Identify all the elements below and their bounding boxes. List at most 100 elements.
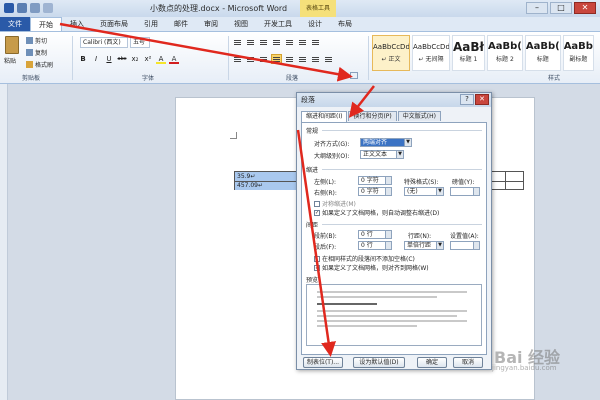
style-no-spacing[interactable]: AaBbCcDd ↵ 无间隔 (412, 35, 450, 71)
tab-references[interactable]: 引用 (136, 17, 166, 31)
minimize-button[interactable]: – (526, 2, 548, 14)
save-icon[interactable] (17, 3, 27, 13)
style-name: 标题 1 (459, 56, 478, 63)
mirror-indent-checkbox[interactable]: 对称缩进(M) (314, 199, 356, 208)
close-button[interactable]: ✕ (574, 2, 596, 14)
line-spacing-label: 行距(N): (408, 233, 432, 240)
tab-insert[interactable]: 插入 (62, 17, 92, 31)
align-right-button[interactable] (258, 54, 269, 64)
underline-button[interactable]: U (104, 54, 114, 64)
maximize-button[interactable]: □ (550, 2, 572, 14)
align-center-button[interactable] (245, 54, 256, 64)
indent-right-input[interactable]: 0 字符 (358, 187, 392, 196)
style-subtitle[interactable]: AaBb 副标题 (562, 35, 594, 71)
auto-adjust-checkbox[interactable]: ✓ 如果定义了文档网格，则自动调整右缩进(D) (314, 208, 439, 217)
tab-line-page-breaks[interactable]: 换行和分页(P) (348, 111, 397, 121)
space-after-label: 段后(F): (314, 244, 337, 251)
tab-home[interactable]: 开始 (30, 17, 62, 31)
copy-button[interactable]: 复制 (26, 48, 47, 57)
word-icon[interactable] (4, 3, 14, 13)
tab-layout[interactable]: 布局 (330, 17, 360, 31)
undo-icon[interactable] (30, 3, 40, 13)
space-after-input[interactable]: 0 行 (358, 241, 392, 250)
bold-button[interactable]: B (78, 54, 88, 64)
superscript-button[interactable]: x² (143, 54, 153, 64)
italic-button[interactable]: I (91, 54, 101, 64)
style-heading-1[interactable]: AaBł 标题 1 (452, 35, 485, 71)
font-size-select[interactable]: 五号 (130, 37, 150, 48)
spinner-icon[interactable] (385, 242, 391, 249)
borders-button[interactable] (323, 54, 334, 64)
dialog-close-button[interactable]: ✕ (475, 94, 489, 105)
chevron-down-icon[interactable]: ▼ (396, 151, 403, 158)
subscript-button[interactable]: x₂ (130, 54, 140, 64)
ok-button[interactable]: 确定 (417, 357, 447, 368)
spinner-icon[interactable] (473, 242, 479, 249)
tab-view[interactable]: 视图 (226, 17, 256, 31)
spinner-icon[interactable] (473, 188, 479, 195)
cut-label: 剪切 (35, 38, 48, 45)
increase-indent-button[interactable] (284, 37, 295, 47)
measure-input[interactable] (450, 187, 480, 196)
dialog-help-button[interactable]: ? (460, 94, 474, 105)
bullets-button[interactable] (232, 37, 243, 47)
redo-icon[interactable] (43, 3, 53, 13)
chevron-down-icon[interactable]: ▼ (404, 139, 411, 146)
paste-label[interactable]: 粘贴 (4, 56, 16, 65)
section-divider (322, 169, 482, 170)
shading-button[interactable] (310, 54, 321, 64)
outline-level-select[interactable]: 正文文本 ▼ (360, 150, 404, 159)
line-spacing-select[interactable]: 单倍行距 ▼ (404, 241, 444, 250)
special-indent-label: 特殊格式(S): (404, 179, 439, 186)
spinner-icon[interactable] (385, 177, 391, 184)
tab-file[interactable]: 文件 (0, 17, 30, 31)
show-marks-button[interactable] (310, 37, 321, 47)
tab-developer[interactable]: 开发工具 (256, 17, 300, 31)
style-heading-2[interactable]: AaBb( 标题 2 (486, 35, 523, 71)
align-left-button[interactable] (232, 54, 243, 64)
space-before-input[interactable]: 0 行 (358, 230, 392, 239)
alignment-select[interactable]: 两端对齐 ▼ (360, 138, 412, 147)
style-title[interactable]: AaBb( 标题 (524, 35, 561, 71)
tab-page-layout[interactable]: 页面布局 (92, 17, 136, 31)
chevron-down-icon[interactable]: ▼ (436, 188, 443, 195)
sort-button[interactable] (297, 37, 308, 47)
snap-grid-checkbox[interactable]: ✓ 如果定义了文档网格，则对齐到网格(W) (314, 263, 429, 272)
tab-mailings[interactable]: 邮件 (166, 17, 196, 31)
distributed-button[interactable] (284, 54, 295, 64)
multilevel-list-button[interactable] (258, 37, 269, 47)
alignment-value: 两端对齐 (363, 139, 388, 146)
line-spacing-button[interactable] (297, 54, 308, 64)
special-indent-select[interactable]: (无) ▼ (404, 187, 444, 196)
numbering-button[interactable] (245, 37, 256, 47)
at-input[interactable] (450, 241, 480, 250)
style-normal[interactable]: AaBbCcDd ↵ 正文 (372, 35, 410, 71)
dialog-title-bar: 段落 ? ✕ (297, 93, 491, 107)
cancel-button[interactable]: 取消 (453, 357, 483, 368)
decrease-indent-button[interactable] (271, 37, 282, 47)
quick-access-toolbar (4, 3, 53, 13)
chevron-down-icon[interactable]: ▼ (436, 242, 443, 249)
tab-indent-spacing[interactable]: 缩进和间距(I) (301, 111, 348, 122)
strikethrough-button[interactable]: abc (117, 54, 127, 64)
spinner-icon[interactable] (385, 188, 391, 195)
tab-review[interactable]: 审阅 (196, 17, 226, 31)
justify-button[interactable] (271, 54, 282, 64)
font-color-button[interactable]: A (169, 54, 179, 64)
section-preview-title: 预览 (306, 277, 319, 284)
table-cell[interactable]: 457.09↵ (235, 181, 299, 190)
indent-left-input[interactable]: 0 字符 (358, 176, 392, 185)
tab-asian-typography[interactable]: 中文版式(H) (397, 111, 441, 121)
tabs-button[interactable]: 制表位(T)... (303, 357, 343, 368)
no-space-checkbox[interactable]: 在相同样式的段落间不添加空格(C) (314, 254, 415, 263)
cut-button[interactable]: 剪切 (26, 36, 47, 45)
spinner-icon[interactable] (385, 231, 391, 238)
font-name-select[interactable]: Calibri (西文) (80, 37, 128, 48)
format-painter-button[interactable]: 格式刷 (26, 60, 53, 69)
paragraph-dialog-launcher-icon[interactable] (350, 72, 358, 79)
highlight-button[interactable]: A (156, 54, 166, 64)
paste-icon[interactable] (5, 36, 19, 54)
table-cell[interactable]: 35.9↵ (235, 172, 299, 181)
set-default-button[interactable]: 设为默认值(D) (353, 357, 405, 368)
tab-design[interactable]: 设计 (300, 17, 330, 31)
